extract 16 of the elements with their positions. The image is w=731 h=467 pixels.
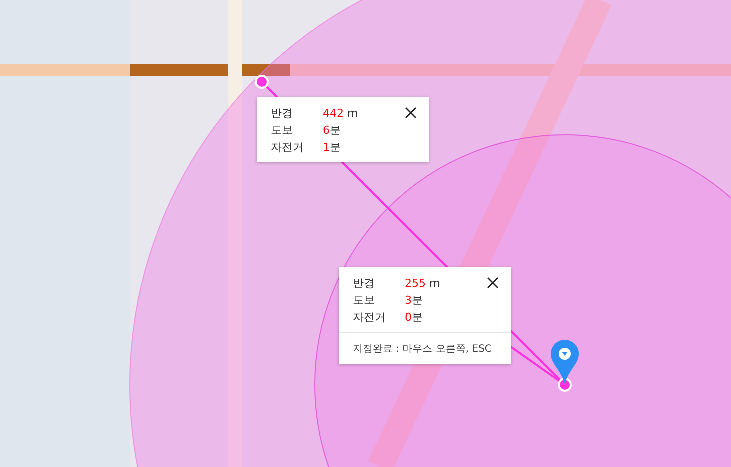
row-label: 자전거 [353,310,387,326]
row-label: 도보 [353,293,376,309]
row-label: 자전거 [271,140,305,156]
row-label: 반경 [271,106,294,122]
row-value: 3분 [405,293,423,309]
row-label: 반경 [353,276,376,292]
close-button[interactable] [403,105,419,121]
row-value: 255 m [405,276,440,292]
row-value: 442 m [323,106,358,122]
row-value: 6분 [323,123,341,139]
map-pin-icon [551,340,579,384]
row-label: 도보 [271,123,294,139]
close-button[interactable] [485,275,501,291]
popup-hint: 지정완료 : 마우스 오른쪽, ESC [339,332,511,364]
row-value: 0분 [405,310,423,326]
row-value: 1분 [323,140,341,156]
